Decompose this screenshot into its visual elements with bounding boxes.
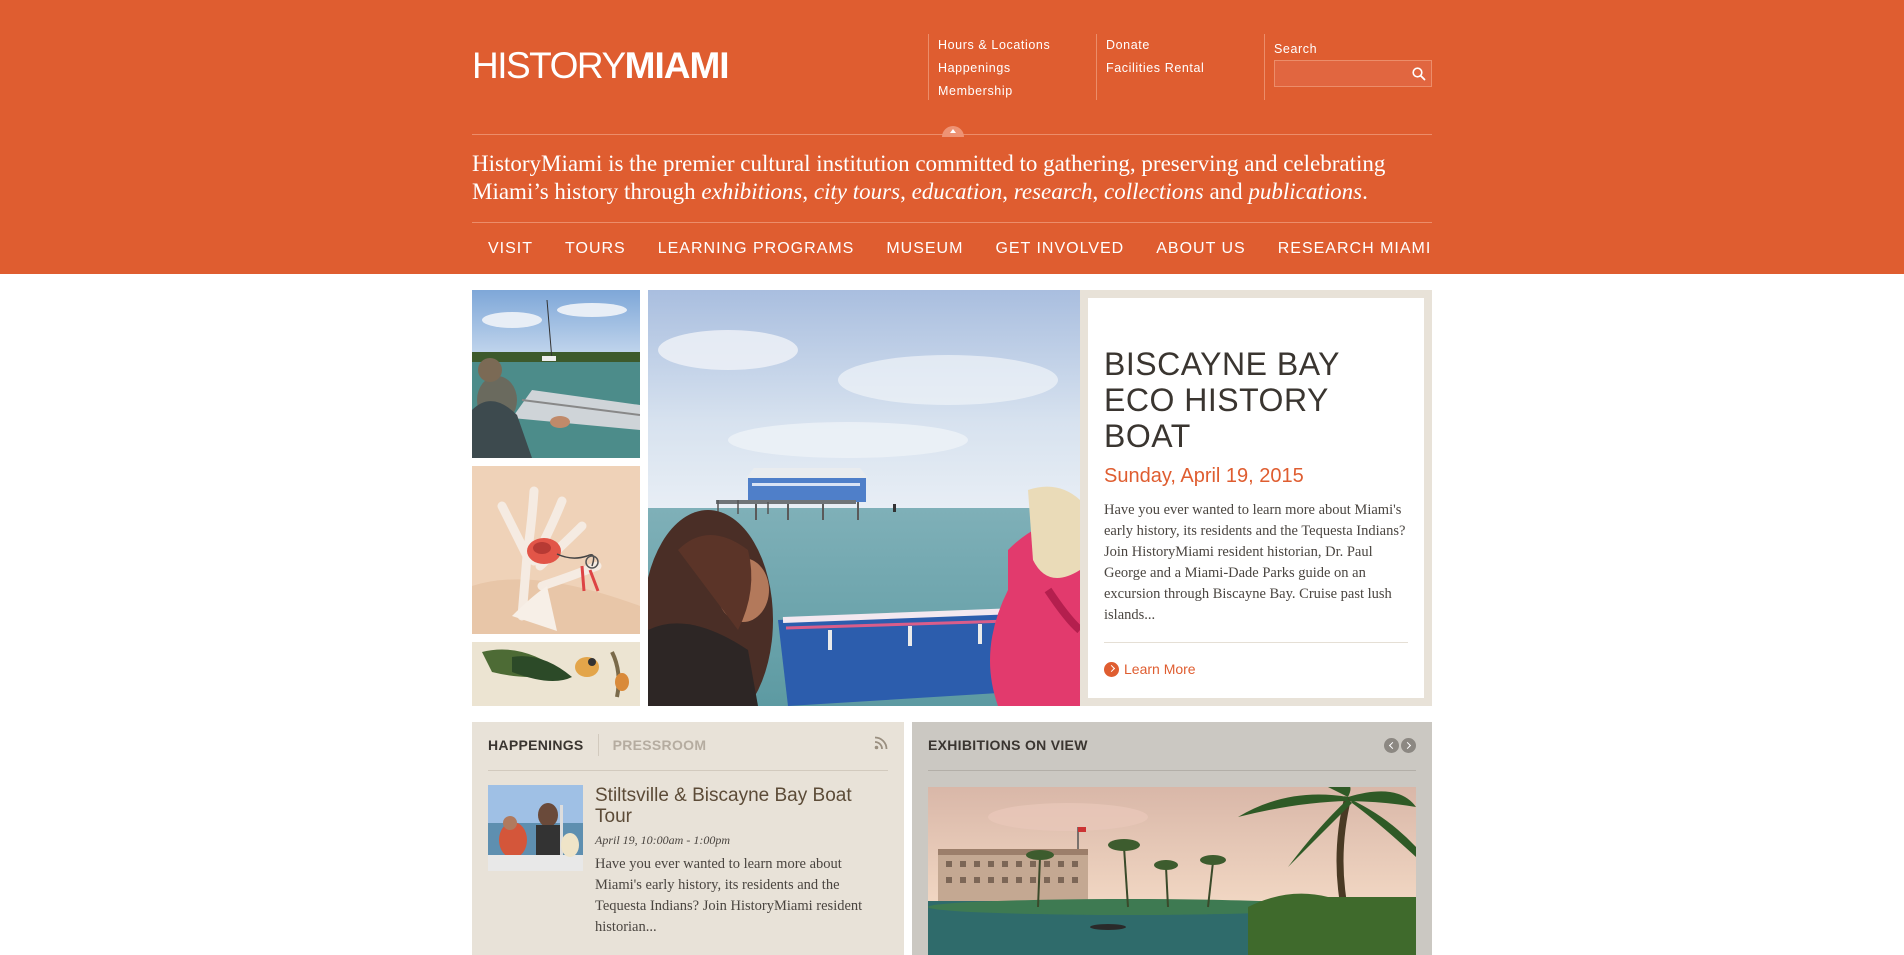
tab-happenings[interactable]: HAPPENINGS [488,737,584,753]
nav-get-involved[interactable]: GET INVOLVED [979,223,1140,274]
site-header: HISTORYMIAMI Hours & Locations Happening… [0,0,1904,274]
search-label: Search [1274,42,1318,56]
thumbnail-artifact-hand[interactable] [472,466,640,634]
rss-icon[interactable] [874,736,888,750]
tab-divider [597,734,599,756]
membership-link[interactable]: Membership [938,80,1096,103]
happenings-panel: HAPPENINGS PRESSROOM Stiltsville & Bisca… [472,722,904,955]
search-icon[interactable] [1411,66,1427,82]
nav-about-us[interactable]: ABOUT US [1140,223,1262,274]
event-description: Have you ever wanted to learn more about… [595,856,863,935]
exhibitions-title: EXHIBITIONS ON VIEW [928,737,1088,753]
nav-museum[interactable]: MUSEUM [870,223,979,274]
event-item: Stiltsville & Biscayne Bay Boat Tour Apr… [488,785,888,938]
facilities-rental-link[interactable]: Facilities Rental [1106,57,1264,80]
happenings-link[interactable]: Happenings [938,57,1096,80]
thumbnail-boat-tour[interactable] [472,290,640,458]
exhibitions-header: EXHIBITIONS ON VIEW [928,736,1416,771]
feature-title[interactable]: BISCAYNE BAY ECO HISTORY BOAT [1104,346,1408,454]
event-title[interactable]: Stiltsville & Biscayne Bay Boat Tour [595,785,888,827]
chevron-right-icon[interactable] [1401,737,1416,753]
nav-visit[interactable]: VISIT [472,223,549,274]
event-thumbnail[interactable] [488,785,583,871]
tab-pressroom[interactable]: PRESSROOM [613,737,707,753]
exhibitions-panel: EXHIBITIONS ON VIEW [912,722,1432,955]
arrow-right-icon [1104,661,1119,677]
nav-learning-programs[interactable]: LEARNING PROGRAMS [642,223,871,274]
chevron-left-icon[interactable] [1384,737,1399,753]
main-nav: VISIT TOURS LEARNING PROGRAMS MUSEUM GET… [472,223,1447,274]
nav-research-miami[interactable]: RESEARCH MIAMI [1262,223,1448,274]
thumbnail-bird-illustration[interactable] [472,642,640,706]
hours-locations-link[interactable]: Hours & Locations [938,34,1096,57]
feature-description: Have you ever wanted to learn more about… [1104,502,1406,623]
feature-card-frame: BISCAYNE BAY ECO HISTORY BOAT Sunday, Ap… [1080,290,1432,706]
search-box [1274,60,1432,87]
happenings-tabs: HAPPENINGS PRESSROOM [488,734,888,771]
utility-nav-column-1: Hours & Locations Happenings Membership [928,34,1096,100]
search-input[interactable] [1275,61,1403,86]
carousel-controls [1384,737,1416,753]
exhibition-image[interactable] [928,787,1416,955]
hero-image-stiltsville[interactable] [648,290,1080,706]
historymiami-logo[interactable]: HISTORYMIAMI [472,46,730,86]
event-time: April 19, 10:00am - 1:00pm [595,833,730,847]
event-body: Stiltsville & Biscayne Bay Boat Tour Apr… [595,785,888,938]
search-block: Search [1264,34,1432,100]
donate-link[interactable]: Donate [1106,34,1264,57]
collapse-toggle-icon[interactable] [942,126,964,137]
learn-more-label: Learn More [1124,661,1196,677]
feature-date: Sunday, April 19, 2015 [1104,465,1304,487]
nav-tours[interactable]: TOURS [549,223,642,274]
utility-nav-column-2: Donate Facilities Rental [1096,34,1264,100]
feature-card: BISCAYNE BAY ECO HISTORY BOAT Sunday, Ap… [1088,298,1424,698]
learn-more-link[interactable]: Learn More [1104,661,1408,677]
feature-divider [1104,642,1408,643]
mission-tagline: HistoryMiami is the premier cultural ins… [472,151,1386,204]
